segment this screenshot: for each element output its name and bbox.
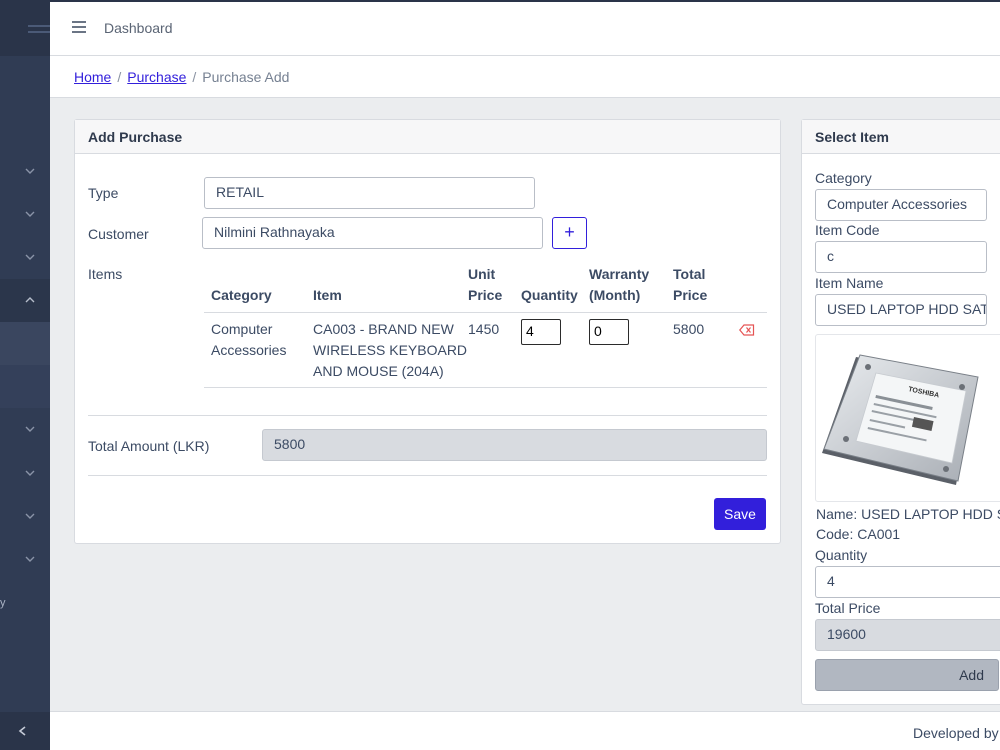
row-total-price: 5800 (673, 321, 705, 337)
customer-field[interactable]: Nilmini Rathnayaka (202, 217, 543, 249)
breadcrumb-separator: / (192, 69, 197, 85)
add-customer-button[interactable]: + (552, 217, 587, 249)
col-header-warranty: Warranty (Month) (589, 264, 649, 306)
chevron-down-icon[interactable] (24, 423, 36, 435)
category-field[interactable]: Computer Accessories (815, 189, 987, 221)
item-code-label: Item Code (815, 222, 880, 238)
item-name-label: Item Name (815, 275, 884, 291)
section-divider (88, 415, 767, 416)
total-amount-label: Total Amount (LKR) (88, 438, 210, 454)
footer: Developed by (50, 711, 1000, 750)
items-label: Items (88, 266, 123, 282)
breadcrumb-home-link[interactable]: Home (74, 69, 111, 85)
card-title: Select Item (802, 120, 1000, 154)
chevron-up-icon[interactable] (24, 294, 36, 306)
hard-drive-image: TOSHIBA (822, 354, 979, 485)
chevron-down-icon[interactable] (24, 510, 36, 522)
col-header-total-price: Total Price (673, 264, 707, 306)
chevron-down-icon[interactable] (24, 467, 36, 479)
col-header-warranty-line1: Warranty (589, 266, 650, 282)
customer-label: Customer (88, 226, 149, 242)
sidebar-minimizer[interactable] (0, 712, 50, 750)
row-category-line1: Computer (211, 321, 273, 337)
row-warranty-input[interactable]: 0 (589, 319, 629, 345)
row-category: Computer Accessories (211, 319, 286, 361)
type-field[interactable]: RETAIL (204, 177, 535, 209)
col-header-total-price-line2: Price (673, 287, 708, 303)
save-button[interactable]: Save (714, 498, 766, 530)
row-item-line3: AND MOUSE (204A) (313, 363, 444, 379)
row-item: CA003 - BRAND NEW WIRELESS KEYBOARD AND … (313, 319, 467, 382)
chevron-down-icon[interactable] (24, 251, 36, 263)
table-header-divider (204, 312, 767, 313)
section-divider (88, 475, 767, 476)
item-name-field[interactable]: USED LAPTOP HDD SAT (815, 294, 987, 326)
chevron-down-icon[interactable] (24, 208, 36, 220)
sidebar-brand[interactable] (0, 0, 50, 56)
table-row-divider (204, 387, 767, 388)
header-nav-dashboard[interactable]: Dashboard (104, 20, 173, 36)
row-quantity-input[interactable]: 4 (521, 319, 561, 345)
menu-toggle-icon[interactable] (72, 21, 86, 33)
row-unit-price: 1450 (468, 321, 500, 337)
breadcrumb-bar: Home / Purchase / Purchase Add (50, 56, 1000, 98)
chevron-down-icon[interactable] (24, 165, 36, 177)
col-header-category: Category (211, 287, 272, 303)
row-item-line2: WIRELESS KEYBOARD (313, 342, 468, 358)
breadcrumb-purchase-link[interactable]: Purchase (127, 69, 186, 85)
item-code-field[interactable]: c (815, 241, 987, 273)
col-header-unit-price-line2: Price (468, 287, 503, 303)
card-title: Add Purchase (75, 120, 780, 154)
total-price-field: 19600 (815, 619, 1000, 651)
top-header: Dashboard (50, 0, 1000, 56)
add-item-button[interactable]: Add (815, 659, 999, 691)
sidebar-label-fragment: y (0, 597, 6, 609)
chevron-left-icon[interactable] (17, 725, 29, 737)
quantity-field[interactable]: 4 (815, 566, 1000, 598)
total-price-label: Total Price (815, 600, 881, 616)
row-category-line2: Accessories (211, 342, 287, 358)
breadcrumb-separator: / (117, 69, 122, 85)
col-header-unit-price-line1: Unit (468, 266, 496, 282)
col-header-unit-price: Unit Price (468, 264, 502, 306)
selected-item-name: Name: USED LAPTOP HDD SA (816, 506, 1000, 522)
quantity-label: Quantity (815, 547, 868, 563)
add-purchase-card: Add Purchase Type RETAIL Customer Nilmin… (74, 119, 781, 544)
col-header-warranty-line2: (Month) (589, 287, 641, 303)
col-header-total-price-line1: Total (673, 266, 706, 282)
footer-credit: Developed by (913, 725, 999, 741)
row-item-line1: CA003 - BRAND NEW (313, 321, 454, 337)
chevron-down-icon[interactable] (24, 553, 36, 565)
item-image: TOSHIBA (815, 334, 1000, 502)
breadcrumb-current: Purchase Add (202, 69, 290, 85)
type-label: Type (88, 185, 119, 201)
col-header-item: Item (313, 287, 342, 303)
breadcrumb: Home / Purchase / Purchase Add (74, 69, 289, 85)
category-label: Category (815, 170, 872, 186)
sidebar-subitem-2[interactable] (0, 365, 50, 408)
select-item-card: Select Item Category Computer Accessorie… (801, 119, 1000, 705)
total-amount-field: 5800 (262, 429, 767, 461)
col-header-quantity: Quantity (521, 287, 578, 303)
delete-row-icon[interactable] (739, 323, 755, 339)
sidebar-subitem-1[interactable] (0, 322, 50, 365)
sidebar: y (0, 0, 50, 750)
selected-item-code: Code: CA001 (816, 526, 901, 542)
